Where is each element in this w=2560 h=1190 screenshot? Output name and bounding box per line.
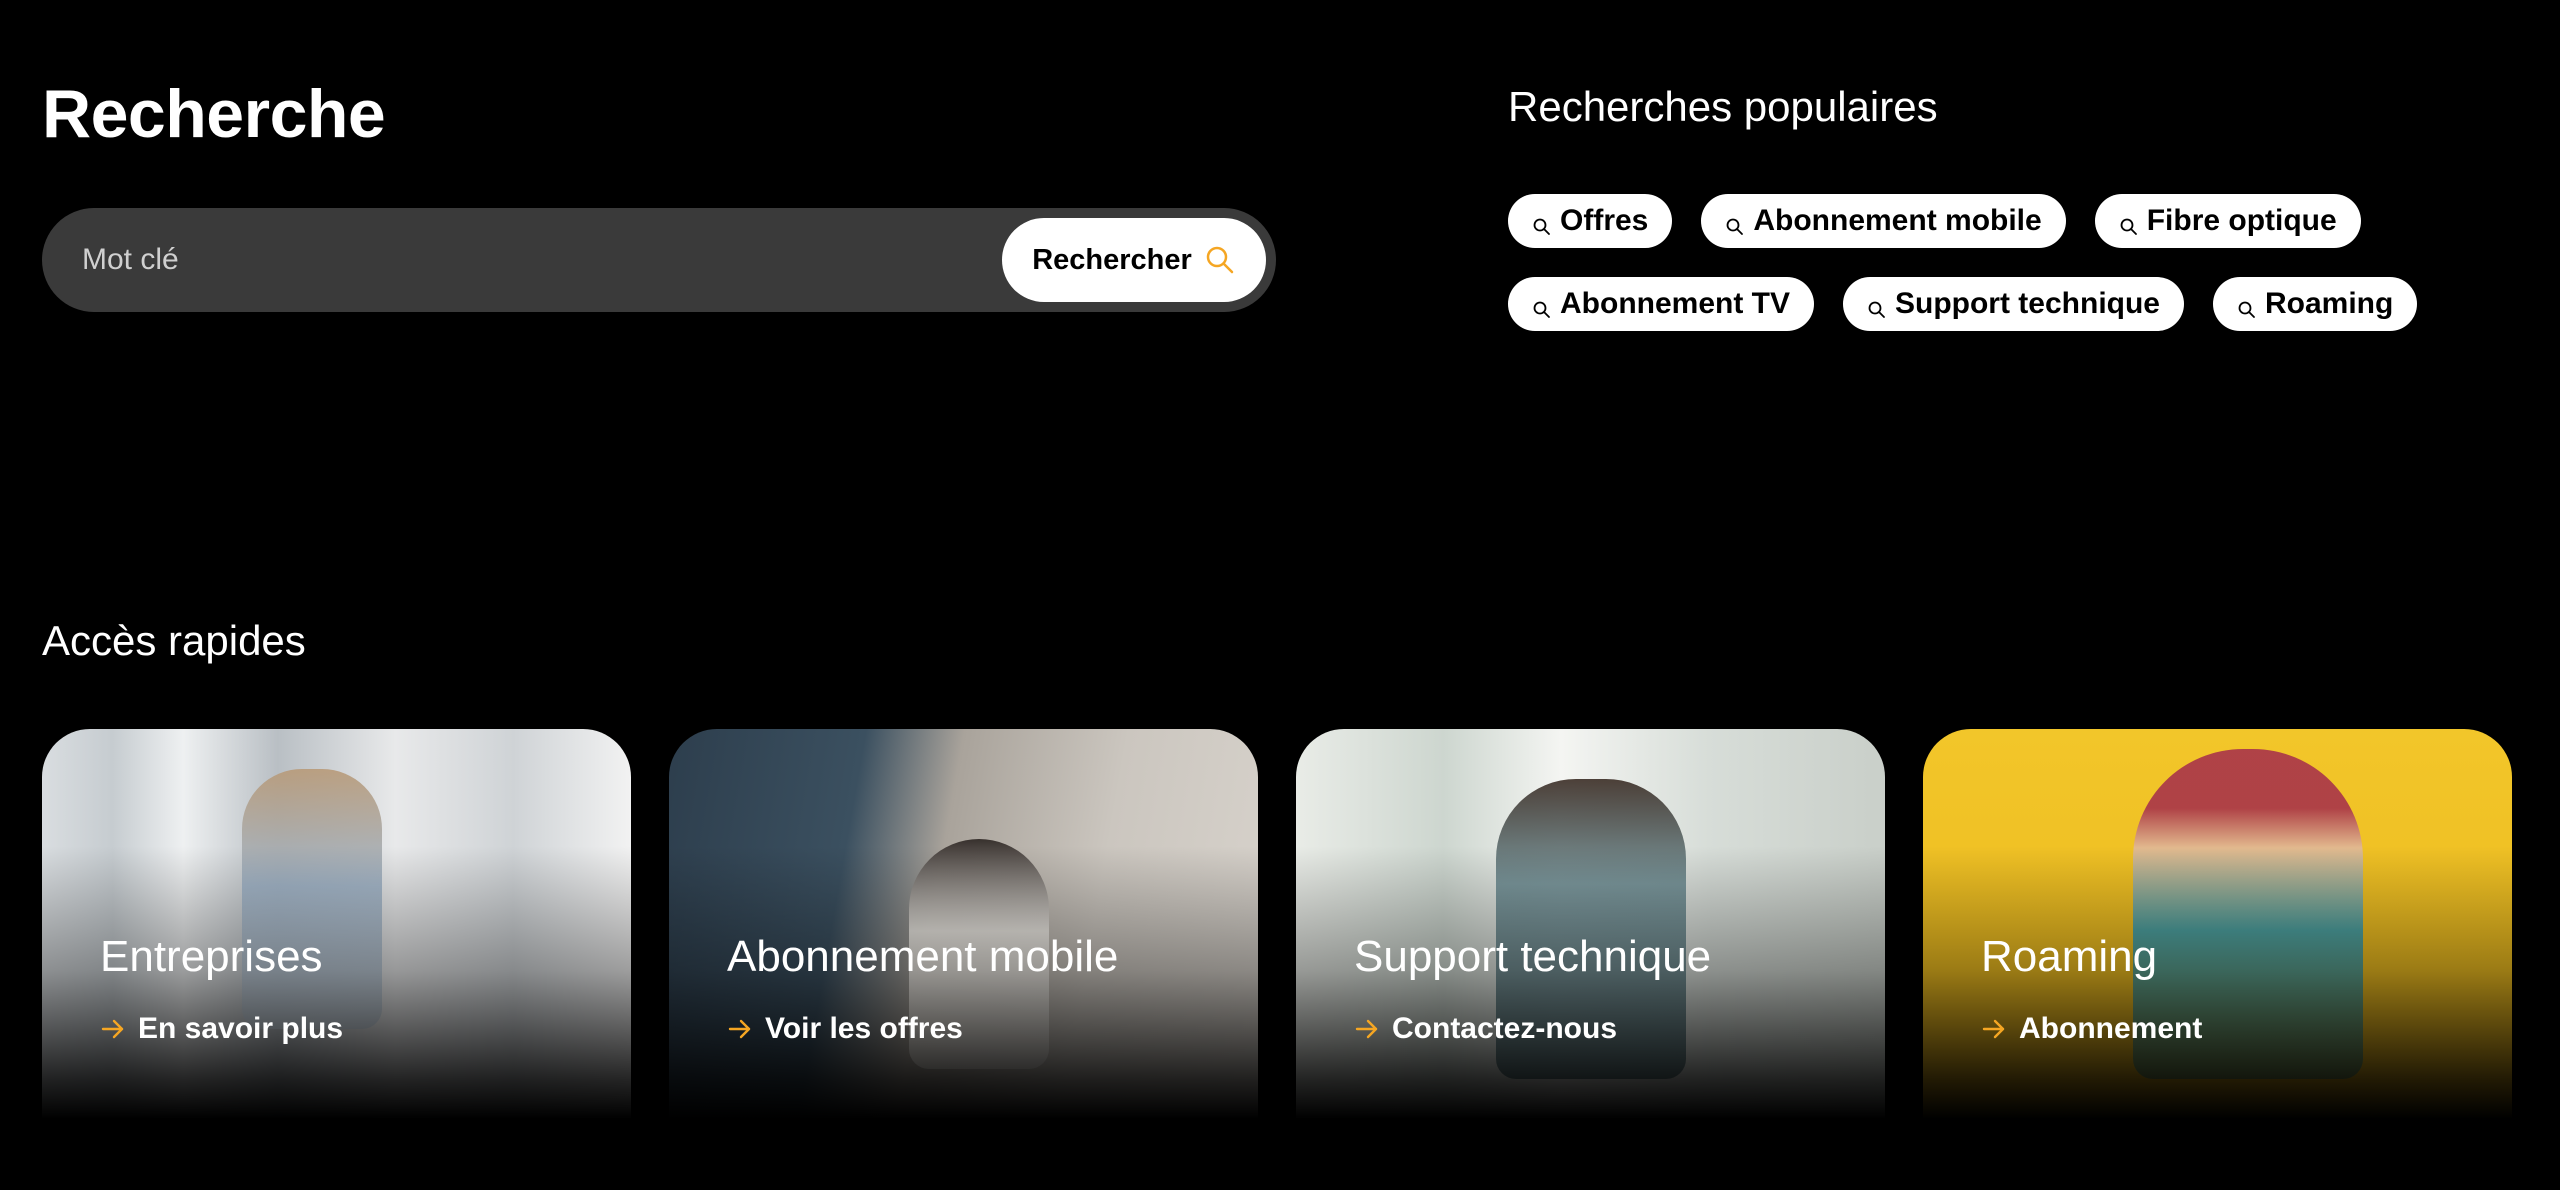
card-roaming[interactable]: Roaming Abonnement xyxy=(1923,729,2512,1119)
card-link-label: En savoir plus xyxy=(138,1012,344,1045)
card-support-technique[interactable]: Support technique Contactez-nous xyxy=(1296,729,1885,1119)
chip-label: Roaming xyxy=(2265,287,2394,320)
search-button[interactable]: Rechercher xyxy=(1002,218,1266,302)
chip-roaming[interactable]: Roaming xyxy=(2213,277,2418,331)
chip-fibre-optique[interactable]: Fibre optique xyxy=(2094,194,2361,248)
arrow-right-icon xyxy=(1981,1016,2007,1042)
arrow-right-icon xyxy=(727,1016,753,1042)
search-icon xyxy=(2119,211,2139,235)
chip-label: Abonnement mobile xyxy=(1753,204,2042,237)
card-link[interactable]: Contactez-nous xyxy=(1354,1014,1617,1044)
chip-label: Support technique xyxy=(1895,287,2160,320)
card-title: Abonnement mobile xyxy=(727,932,1119,981)
search-icon xyxy=(1867,294,1887,318)
chip-abonnement-mobile[interactable]: Abonnement mobile xyxy=(1701,194,2066,248)
card-link[interactable]: Abonnement xyxy=(1981,1014,2202,1044)
arrow-right-icon xyxy=(1354,1016,1380,1042)
card-entreprises[interactable]: Entreprises En savoir plus xyxy=(42,729,631,1119)
card-title: Support technique xyxy=(1354,932,1712,981)
popular-searches-title: Recherches populaires xyxy=(1508,83,1938,130)
search-icon xyxy=(1532,294,1552,318)
card-abonnement-mobile[interactable]: Abonnement mobile Voir les offres xyxy=(669,729,1258,1119)
search-icon xyxy=(1532,211,1552,235)
chip-label: Offres xyxy=(1560,204,1649,237)
card-link-label: Contactez-nous xyxy=(1392,1012,1617,1045)
search-icon xyxy=(1725,211,1745,235)
search-bar: Rechercher xyxy=(42,208,1276,312)
quick-access-title: Accès rapides xyxy=(42,617,306,664)
chip-label: Abonnement TV xyxy=(1560,287,1790,320)
chip-support-technique[interactable]: Support technique xyxy=(1843,277,2184,331)
popular-searches-list: Offres Abonnement mobile Fibre optique A… xyxy=(1508,194,2528,331)
page-title: Recherche xyxy=(42,76,386,152)
search-icon xyxy=(1204,244,1236,276)
card-link-label: Voir les offres xyxy=(765,1012,963,1045)
chip-abonnement-tv[interactable]: Abonnement TV xyxy=(1508,277,1814,331)
chip-offres[interactable]: Offres xyxy=(1508,194,1673,248)
card-title: Roaming xyxy=(1981,932,2158,981)
card-link[interactable]: Voir les offres xyxy=(727,1014,963,1044)
chip-label: Fibre optique xyxy=(2146,204,2337,237)
search-input[interactable] xyxy=(80,234,980,286)
arrow-right-icon xyxy=(100,1016,126,1042)
card-title: Entreprises xyxy=(100,932,323,981)
search-page: Recherche Rechercher Recherches populair… xyxy=(0,0,2560,1190)
search-icon xyxy=(2237,294,2257,318)
card-link[interactable]: En savoir plus xyxy=(100,1014,343,1044)
card-link-label: Abonnement xyxy=(2019,1012,2203,1045)
search-button-label: Rechercher xyxy=(1032,243,1192,276)
quick-access-cards: Entreprises En savoir plus Abonnement mo… xyxy=(42,729,2512,1119)
